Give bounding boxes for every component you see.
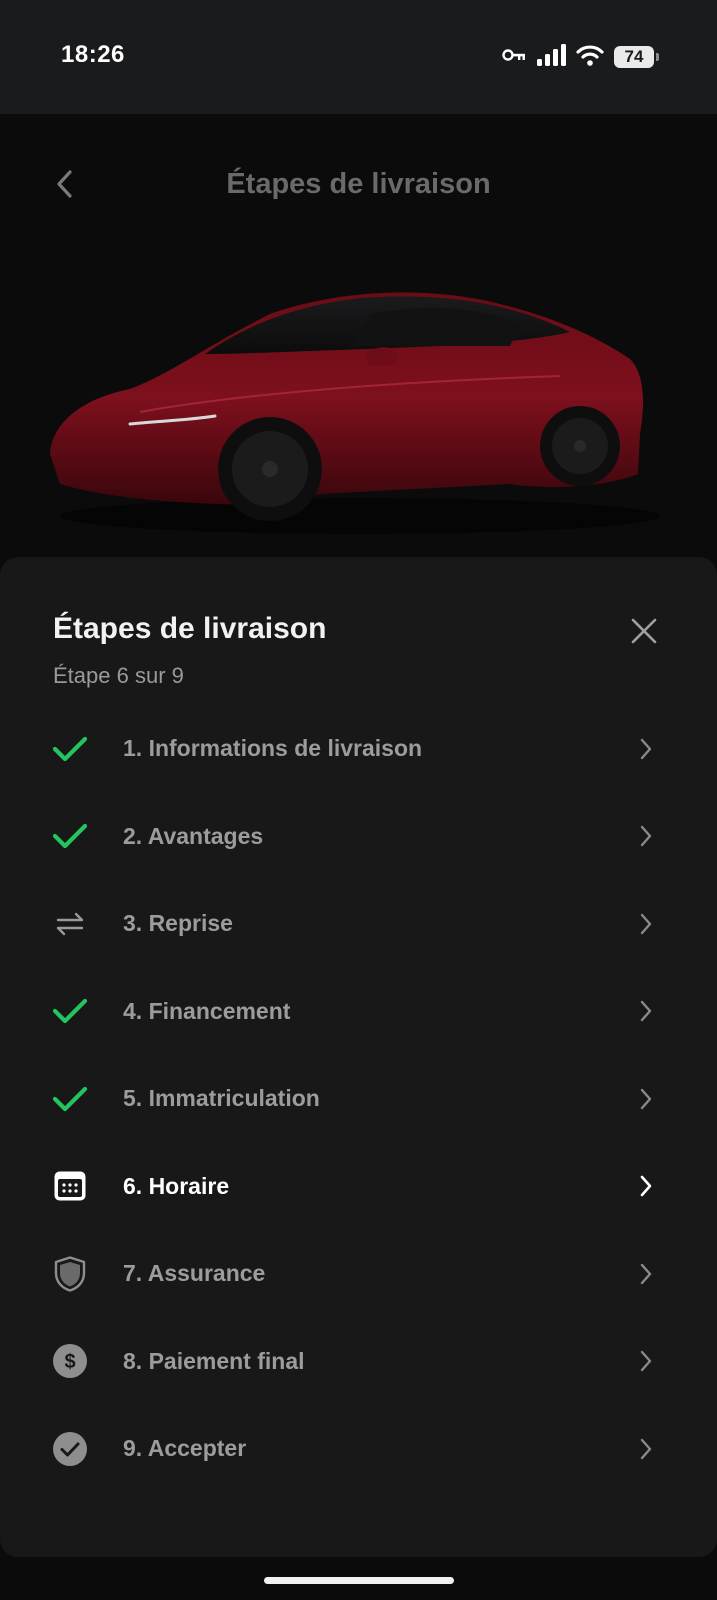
step-registration[interactable]: 5. Immatriculation [0,1055,717,1143]
chevron-right-icon [640,826,652,847]
status-icons: 74 [502,43,659,71]
step-label: 9. Accepter [123,1435,247,1462]
step-label: 4. Financement [123,997,291,1024]
check-icon [52,824,88,849]
step-delivery-information[interactable]: 1. Informations de livraison [0,705,717,793]
car-image [50,292,660,534]
app-screen: 18:26 74 Étapes de livraison Étapes de l… [0,0,717,1600]
step-benefits[interactable]: 2. Avantages [0,793,717,881]
step-label: 7. Assurance [123,1260,266,1287]
calendar-icon [54,1171,86,1201]
page-title: Étapes de livraison [226,168,491,200]
swap-arrows-icon [56,912,84,935]
key-icon [502,48,526,67]
status-time: 18:26 [61,41,125,68]
steps-list: 1. Informations de livraison 2. Avantage… [0,705,717,1493]
chevron-right-icon [640,1001,652,1022]
step-label: 6. Horaire [123,1172,230,1199]
chevron-right-icon [640,1175,652,1197]
step-label: 8. Paiement final [123,1347,305,1374]
step-insurance[interactable]: 7. Assurance [0,1230,717,1318]
chevron-right-icon [640,1263,652,1284]
step-schedule[interactable]: 6. Horaire [0,1143,717,1231]
signal-icon [536,43,566,71]
chevron-right-icon [640,1088,652,1109]
chevron-right-icon [640,1351,652,1372]
battery-tip [656,53,659,61]
chevron-right-icon [640,738,652,759]
check-icon [52,1086,88,1111]
background-page: Étapes de livraison [0,114,717,594]
svg-text:$: $ [64,1351,75,1373]
chevron-right-icon [640,1438,652,1459]
check-icon [52,736,88,761]
sheet-title: Étapes de livraison [53,612,327,645]
step-trade-in[interactable]: 3. Reprise [0,880,717,968]
battery-indicator: 74 [614,46,654,68]
close-icon [631,618,657,644]
step-label: 3. Reprise [123,910,233,937]
step-progress: Étape 6 sur 9 [53,663,184,688]
step-label: 1. Informations de livraison [123,735,423,762]
check-icon [52,999,88,1024]
step-final-payment[interactable]: $ 8. Paiement final [0,1318,717,1406]
step-label: 5. Immatriculation [123,1085,320,1112]
battery-level: 74 [624,47,644,66]
step-label: 2. Avantages [123,822,264,849]
status-bar: 18:26 74 [0,0,717,114]
check-circle-icon [53,1431,87,1466]
dollar-circle-icon: $ [53,1344,87,1379]
chevron-right-icon [640,913,652,934]
delivery-steps-sheet: Étapes de livraison Étape 6 sur 9 1. Inf… [0,557,717,1557]
step-accept[interactable]: 9. Accepter [0,1405,717,1493]
home-indicator[interactable] [264,1577,454,1584]
close-button[interactable] [628,615,660,647]
wifi-icon [576,44,604,71]
shield-icon [54,1256,86,1292]
step-financing[interactable]: 4. Financement [0,968,717,1056]
